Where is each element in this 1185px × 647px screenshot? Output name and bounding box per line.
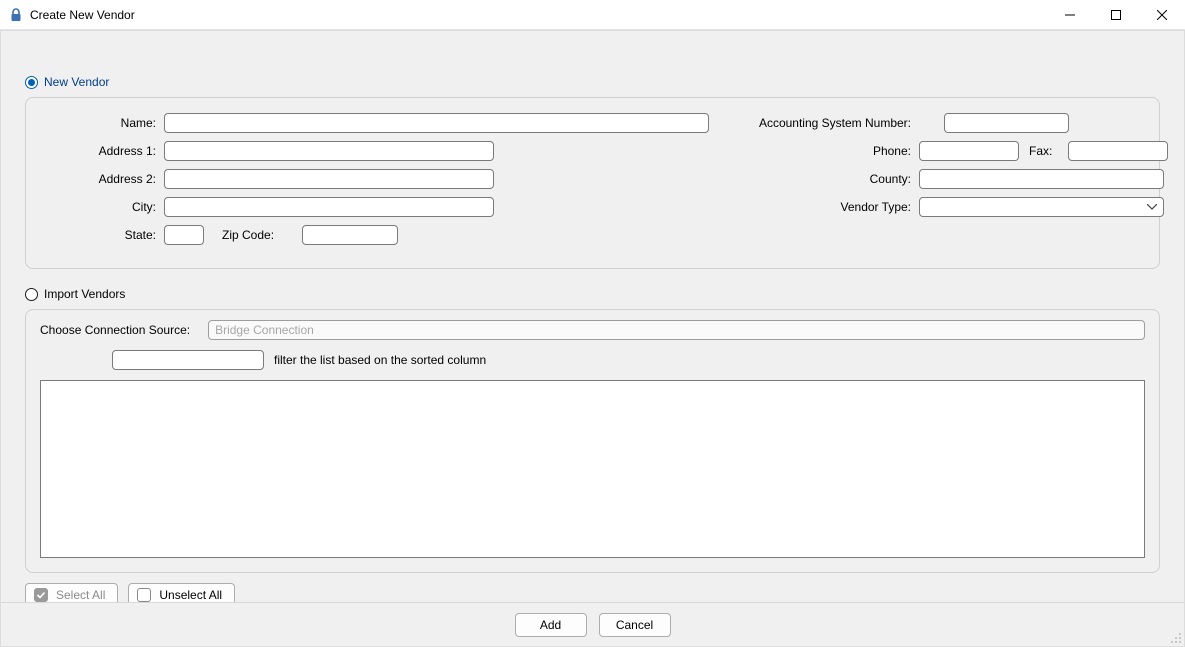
acct-label: Accounting System Number: [749,116,919,130]
city-label: City: [44,200,164,214]
checkbox-checked-icon [34,588,48,602]
city-input[interactable] [164,197,494,217]
connection-source-label: Choose Connection Source: [40,323,190,337]
address2-label: Address 2: [44,172,164,186]
right-column: Accounting System Number: Phone: Fax: Co… [749,112,1168,252]
address2-input[interactable] [164,169,494,189]
import-vendors-group: Choose Connection Source: Bridge Connect… [25,309,1160,573]
address1-label: Address 1: [44,144,164,158]
titlebar: Create New Vendor [0,0,1185,30]
new-vendor-radio[interactable] [25,76,38,89]
client-area: New Vendor Name: Address 1: Address 2: [0,30,1185,647]
add-button[interactable]: Add [515,613,587,637]
acct-input[interactable] [944,113,1069,133]
state-label: State: [44,228,164,242]
cancel-button[interactable]: Cancel [599,613,671,637]
name-label: Name: [44,116,164,130]
zip-input[interactable] [302,225,398,245]
name-input[interactable] [164,113,709,133]
phone-label: Phone: [749,144,919,158]
county-input[interactable] [919,169,1164,189]
import-vendors-radio[interactable] [25,288,38,301]
select-all-label: Select All [56,588,105,602]
zip-label: Zip Code: [222,228,282,242]
import-vendors-radio-row[interactable]: Import Vendors [25,287,1160,301]
new-vendor-group: Name: Address 1: Address 2: City: [25,97,1160,269]
vendors-list[interactable] [40,380,1145,558]
vendor-type-select[interactable] [919,197,1164,217]
filter-hint: filter the list based on the sorted colu… [274,353,486,367]
footer: Add Cancel [1,602,1184,646]
left-column: Name: Address 1: Address 2: City: [44,112,709,252]
checkbox-empty-icon [137,588,151,602]
resize-grip-icon[interactable] [1168,630,1182,644]
lock-icon [8,7,24,23]
import-vendors-radio-label: Import Vendors [44,287,125,301]
maximize-button[interactable] [1093,0,1139,30]
content-area: New Vendor Name: Address 1: Address 2: [1,31,1184,602]
phone-input[interactable] [919,141,1019,161]
address1-input[interactable] [164,141,494,161]
connection-source-select[interactable]: Bridge Connection [208,320,1145,340]
unselect-all-label: Unselect All [159,588,222,602]
county-label: County: [749,172,919,186]
fax-input[interactable] [1068,141,1168,161]
new-vendor-radio-label: New Vendor [44,75,109,89]
close-button[interactable] [1139,0,1185,30]
minimize-button[interactable] [1047,0,1093,30]
vendor-type-label: Vendor Type: [749,200,919,214]
new-vendor-radio-row[interactable]: New Vendor [25,75,1160,89]
window-title: Create New Vendor [30,8,135,22]
state-input[interactable] [164,225,204,245]
filter-input[interactable] [112,350,264,370]
fax-label: Fax: [1029,144,1060,158]
